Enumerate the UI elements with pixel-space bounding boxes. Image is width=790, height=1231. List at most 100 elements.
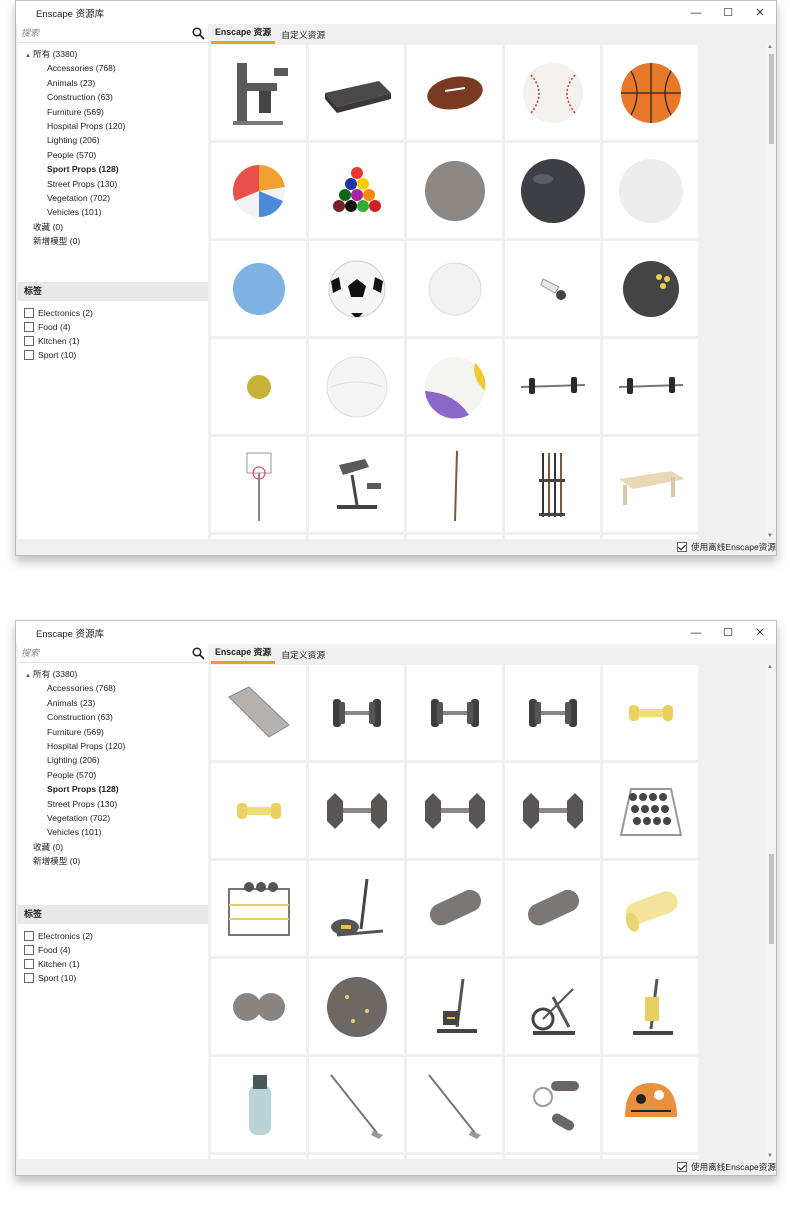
- close-button[interactable]: ✕: [744, 621, 776, 644]
- asset-tile[interactable]: [603, 763, 698, 858]
- tag-checkbox[interactable]: [24, 973, 34, 983]
- tree-item-animals[interactable]: Animals (23): [18, 76, 208, 90]
- asset-tile[interactable]: [309, 763, 404, 858]
- minimize-button[interactable]: —: [680, 1, 712, 24]
- tree-item-construction[interactable]: Construction (63): [18, 90, 208, 104]
- offline-assets-checkbox[interactable]: [676, 542, 687, 552]
- asset-tile[interactable]: [407, 241, 502, 336]
- scroll-up-icon[interactable]: ▲: [767, 44, 773, 50]
- tree-item-furniture[interactable]: Furniture (569): [18, 105, 208, 119]
- tree-item-accessories[interactable]: Accessories (768): [18, 681, 208, 695]
- tree-item-extra[interactable]: 新增模型 (0): [18, 234, 208, 248]
- tree-item-vehicles[interactable]: Vehicles (101): [18, 825, 208, 839]
- asset-tile[interactable]: [211, 45, 306, 140]
- asset-tile[interactable]: [407, 143, 502, 238]
- tag-checkbox[interactable]: [24, 336, 34, 346]
- asset-tile[interactable]: [603, 1057, 698, 1152]
- maximize-button[interactable]: ☐: [712, 1, 744, 24]
- asset-tile[interactable]: [309, 339, 404, 434]
- asset-tile[interactable]: [505, 143, 600, 238]
- asset-tile[interactable]: [309, 861, 404, 956]
- offline-assets-checkbox[interactable]: [676, 1162, 687, 1172]
- collapse-caret-icon[interactable]: ▲: [23, 669, 33, 683]
- collapse-caret-icon[interactable]: ▲: [23, 49, 33, 63]
- asset-tile[interactable]: [309, 143, 404, 238]
- asset-tile[interactable]: [211, 959, 306, 1054]
- asset-tile[interactable]: [603, 665, 698, 760]
- close-button[interactable]: ✕: [744, 1, 776, 24]
- tag-item[interactable]: Food (4): [18, 320, 93, 334]
- asset-tile[interactable]: [505, 665, 600, 760]
- asset-tile[interactable]: [211, 241, 306, 336]
- asset-tile[interactable]: [309, 437, 404, 532]
- tree-item-construction[interactable]: Construction (63): [18, 710, 208, 724]
- tree-item-accessories[interactable]: Accessories (768): [18, 61, 208, 75]
- tag-checkbox[interactable]: [24, 322, 34, 332]
- tag-item[interactable]: Electronics (2): [18, 306, 93, 320]
- asset-tile[interactable]: [505, 1057, 600, 1152]
- tree-item-lighting[interactable]: Lighting (206): [18, 133, 208, 147]
- asset-tile[interactable]: [211, 437, 306, 532]
- asset-tile[interactable]: [505, 959, 600, 1054]
- asset-tile[interactable]: [407, 763, 502, 858]
- asset-tile[interactable]: [407, 339, 502, 434]
- tree-item-lighting[interactable]: Lighting (206): [18, 753, 208, 767]
- scroll-thumb[interactable]: [769, 54, 774, 144]
- asset-tile[interactable]: [603, 959, 698, 1054]
- scroll-thumb[interactable]: [769, 854, 774, 944]
- asset-tile[interactable]: [505, 861, 600, 956]
- tree-item-street-props[interactable]: Street Props (130): [18, 797, 208, 811]
- asset-tile[interactable]: [211, 1057, 306, 1152]
- tag-item[interactable]: Sport (10): [18, 348, 93, 362]
- tag-checkbox[interactable]: [24, 308, 34, 318]
- search-input[interactable]: [21, 28, 181, 38]
- tab-custom-assets[interactable]: 自定义资源: [277, 28, 329, 44]
- tree-item-sport-props[interactable]: Sport Props (128): [18, 782, 208, 796]
- asset-tile[interactable]: [211, 763, 306, 858]
- asset-tile[interactable]: [407, 665, 502, 760]
- asset-tile[interactable]: [211, 143, 306, 238]
- tree-item-all[interactable]: ▲ 所有 (3380): [18, 667, 208, 681]
- asset-tile[interactable]: [407, 959, 502, 1054]
- asset-tile[interactable]: [407, 861, 502, 956]
- tag-item[interactable]: Sport (10): [18, 971, 93, 985]
- asset-tile[interactable]: [603, 437, 698, 532]
- tree-item-extra[interactable]: 收藏 (0): [18, 220, 208, 234]
- asset-tile[interactable]: [505, 437, 600, 532]
- asset-tile[interactable]: [309, 665, 404, 760]
- asset-tile[interactable]: [505, 45, 600, 140]
- asset-tile[interactable]: [211, 665, 306, 760]
- asset-tile[interactable]: [505, 241, 600, 336]
- tree-item-people[interactable]: People (570): [18, 768, 208, 782]
- tab-enscape-assets[interactable]: Enscape 资源: [211, 645, 276, 664]
- asset-tile[interactable]: [603, 143, 698, 238]
- tree-item-hospital-props[interactable]: Hospital Props (120): [18, 119, 208, 133]
- tag-checkbox[interactable]: [24, 931, 34, 941]
- tag-checkbox[interactable]: [24, 350, 34, 360]
- asset-tile[interactable]: [309, 959, 404, 1054]
- tree-item-vehicles[interactable]: Vehicles (101): [18, 205, 208, 219]
- asset-tile[interactable]: [407, 437, 502, 532]
- tree-item-people[interactable]: People (570): [18, 148, 208, 162]
- tree-item-street-props[interactable]: Street Props (130): [18, 177, 208, 191]
- tag-item[interactable]: Kitchen (1): [18, 957, 93, 971]
- tag-item[interactable]: Kitchen (1): [18, 334, 93, 348]
- search-icon[interactable]: [192, 27, 205, 40]
- search-icon[interactable]: [192, 647, 205, 660]
- grid-scrollbar[interactable]: ▲ ▼: [766, 44, 776, 539]
- tree-item-vegetation[interactable]: Vegetation (702): [18, 811, 208, 825]
- asset-tile[interactable]: [309, 241, 404, 336]
- tree-item-extra[interactable]: 收藏 (0): [18, 840, 208, 854]
- tag-checkbox[interactable]: [24, 945, 34, 955]
- tree-item-hospital-props[interactable]: Hospital Props (120): [18, 739, 208, 753]
- asset-tile[interactable]: [603, 241, 698, 336]
- tag-item[interactable]: Food (4): [18, 943, 93, 957]
- asset-tile[interactable]: [603, 45, 698, 140]
- grid-scrollbar[interactable]: ▲ ▼: [766, 664, 776, 1159]
- asset-tile[interactable]: [309, 45, 404, 140]
- search-input[interactable]: [21, 648, 181, 658]
- asset-tile[interactable]: [211, 861, 306, 956]
- asset-tile[interactable]: [505, 763, 600, 858]
- tree-item-all[interactable]: ▲ 所有 (3380): [18, 47, 208, 61]
- asset-tile[interactable]: [603, 339, 698, 434]
